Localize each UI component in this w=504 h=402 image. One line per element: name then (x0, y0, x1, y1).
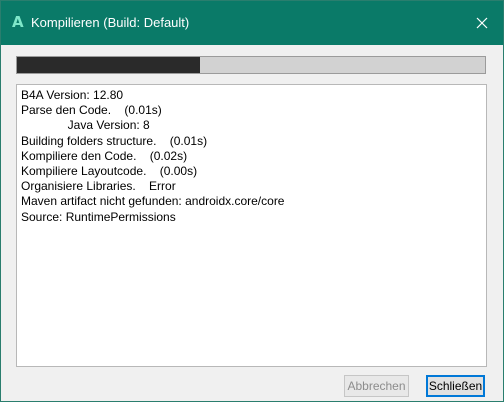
build-log[interactable]: B4A Version: 12.80 Parse den Code. (0.01… (16, 84, 487, 367)
close-window-button[interactable] (469, 10, 495, 36)
log-line: Kompiliere Layoutcode. (0.00s) (21, 164, 198, 179)
log-line: Source: RuntimePermissions (21, 209, 176, 224)
close-icon (476, 17, 488, 29)
progress-fill (17, 57, 200, 73)
compile-dialog: A Kompilieren (Build: Default) B4A Versi… (0, 0, 504, 402)
log-line: Building folders structure. (0.01s) (21, 133, 208, 148)
log-line: Organisiere Libraries. Error (21, 179, 176, 194)
log-line: Kompiliere den Code. (0.02s) (21, 148, 188, 163)
b4a-app-icon: A (12, 13, 24, 31)
log-line: B4A Version: 12.80 (21, 88, 124, 102)
log-line: Parse den Code. (0.01s) (21, 103, 162, 118)
close-button[interactable]: Schließen (426, 375, 485, 397)
log-line: Maven artifact nicht gefunden: androidx.… (21, 194, 285, 209)
window-title: Kompilieren (Build: Default) (31, 15, 190, 30)
compile-progress-bar (16, 56, 486, 74)
title-bar[interactable]: A Kompilieren (Build: Default) (1, 1, 503, 45)
log-line: Java Version: 8 (21, 118, 150, 133)
cancel-button[interactable]: Abbrechen (344, 375, 409, 397)
